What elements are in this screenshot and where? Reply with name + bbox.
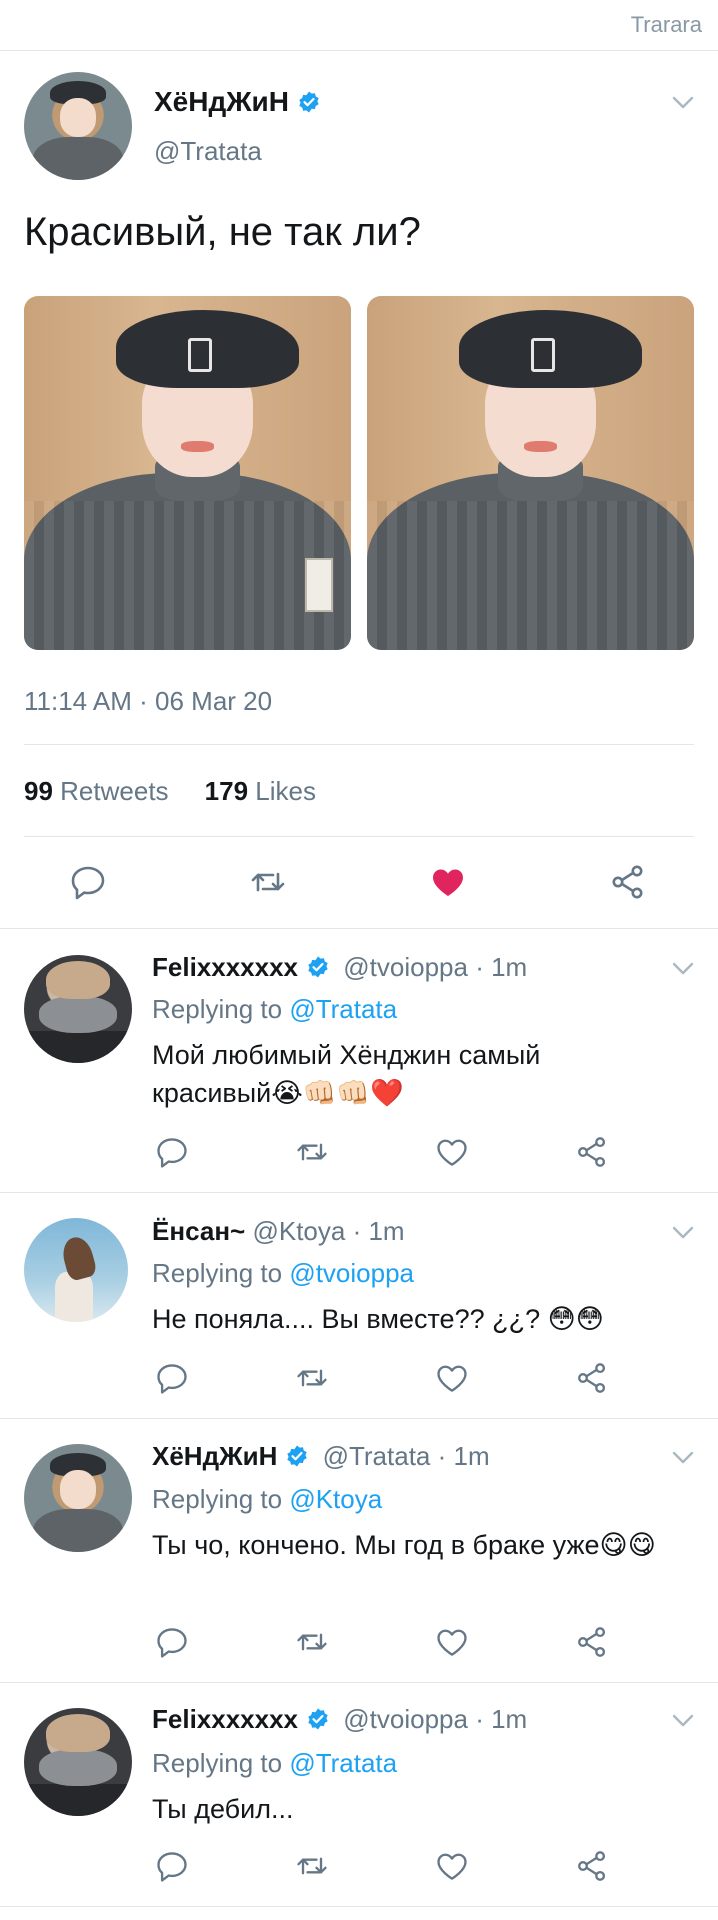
replying-to-handle[interactable]: @Tratata <box>289 994 397 1024</box>
divider <box>24 744 694 745</box>
tweet-photo-2[interactable] <box>367 296 694 650</box>
heart-icon[interactable] <box>434 1848 470 1884</box>
reply-time: · 1m <box>437 1441 490 1471</box>
retweet-icon[interactable] <box>248 862 288 902</box>
replying-to-handle[interactable]: @tvoioppa <box>289 1258 414 1288</box>
author-handle[interactable]: @tvoioppa <box>343 952 468 982</box>
author-handle[interactable]: @Tratata <box>154 136 262 167</box>
author-name-row: Ёнсан~ @Ktoya · 1m <box>152 1216 405 1247</box>
share-icon[interactable] <box>574 1360 610 1396</box>
author-handle[interactable]: @Ktoya <box>252 1216 345 1246</box>
divider <box>24 836 694 837</box>
top-bar: Trarara <box>0 0 718 51</box>
chevron-down-icon[interactable] <box>672 1714 694 1728</box>
retweet-icon[interactable] <box>294 1624 330 1660</box>
retweet-icon[interactable] <box>294 1848 330 1884</box>
share-icon[interactable] <box>574 1848 610 1884</box>
author-name[interactable]: ХёНдЖиН <box>154 86 289 117</box>
tweet-text: Красивый, не так ли? <box>24 210 421 254</box>
avatar[interactable] <box>24 1218 128 1322</box>
reply-icon[interactable] <box>154 1360 190 1396</box>
likes-stat[interactable]: 179 Likes <box>205 776 316 806</box>
retweet-icon[interactable] <box>294 1360 330 1396</box>
author-name-row: Felixxxxxxx @tvoioppa · 1m <box>152 1704 527 1735</box>
divider <box>0 1418 718 1419</box>
author-name[interactable]: Ёнсан~ <box>152 1216 245 1246</box>
heart-icon[interactable] <box>434 1624 470 1660</box>
author-name-row: ХёНдЖиН <box>154 86 321 118</box>
reply-text: Ты чо, кончено. Мы год в браке уже😋😋 <box>152 1530 656 1561</box>
emoji: 😭👊🏻👊🏻❤️ <box>271 1078 404 1109</box>
author-name-row: Felixxxxxxx @tvoioppa · 1m <box>152 952 527 983</box>
reply-time: · 1m <box>475 1704 528 1734</box>
divider <box>0 1192 718 1193</box>
tweet-stats: 99 Retweets 179 Likes <box>24 776 316 807</box>
heart-icon[interactable] <box>434 1134 470 1170</box>
replying-to: Replying to @Tratata <box>152 1748 398 1778</box>
avatar[interactable] <box>24 1444 132 1552</box>
reply-time: · 1m <box>475 952 528 982</box>
author-name-row: ХёНдЖиН @Tratata · 1m <box>152 1441 490 1472</box>
reply-icon[interactable] <box>154 1134 190 1170</box>
retweet-icon[interactable] <box>294 1134 330 1170</box>
verified-badge-icon <box>297 90 321 114</box>
emoji: 😋😋 <box>599 1530 656 1561</box>
retweets-stat[interactable]: 99 Retweets <box>24 776 169 806</box>
chevron-down-icon[interactable] <box>672 1226 694 1240</box>
reply-icon[interactable] <box>68 862 108 902</box>
replying-to-handle[interactable]: @Tratata <box>289 1748 397 1778</box>
heart-icon[interactable] <box>434 1360 470 1396</box>
author-name[interactable]: Felixxxxxxx <box>152 952 298 982</box>
reply-text: Мой любимый Хёнджин самый красивый😭👊🏻👊🏻❤… <box>152 1040 541 1109</box>
share-icon[interactable] <box>608 862 648 902</box>
tweet-photo-1[interactable] <box>24 296 351 650</box>
chevron-down-icon[interactable] <box>672 1451 694 1465</box>
divider <box>0 928 718 929</box>
heart-icon[interactable] <box>428 862 468 902</box>
replying-to: Replying to @Ktoya <box>152 1484 383 1514</box>
share-icon[interactable] <box>574 1134 610 1170</box>
author-name[interactable]: Felixxxxxxx <box>152 1704 298 1734</box>
author-handle[interactable]: @tvoioppa <box>343 1704 468 1734</box>
reply-icon[interactable] <box>154 1848 190 1884</box>
author-handle[interactable]: @Tratata <box>323 1441 431 1471</box>
reply-text: Ты дебил... <box>152 1794 294 1824</box>
reply-icon[interactable] <box>154 1624 190 1660</box>
app-title: Trarara <box>630 12 702 37</box>
share-icon[interactable] <box>574 1624 610 1660</box>
reply-text: Не поняла.... Вы вместе?? ¿¿? 😳😳 <box>152 1304 604 1335</box>
avatar[interactable] <box>24 1708 132 1816</box>
verified-badge-icon <box>306 1707 330 1731</box>
chevron-down-icon[interactable] <box>672 962 694 976</box>
tweet-timestamp: 11:14 AM · 06 Mar 20 <box>24 686 273 716</box>
avatar[interactable] <box>24 955 132 1063</box>
divider <box>0 1682 718 1683</box>
verified-badge-icon <box>306 955 330 979</box>
divider <box>0 1906 718 1907</box>
chevron-down-icon[interactable] <box>672 96 694 110</box>
verified-badge-icon <box>285 1444 309 1468</box>
replying-to: Replying to @Tratata <box>152 994 398 1024</box>
replying-to: Replying to @tvoioppa <box>152 1258 415 1288</box>
emoji: 😳😳 <box>547 1304 604 1335</box>
reply-time: · 1m <box>352 1216 405 1246</box>
author-name[interactable]: ХёНдЖиН <box>152 1441 277 1471</box>
avatar[interactable] <box>24 72 132 180</box>
replying-to-handle[interactable]: @Ktoya <box>289 1484 382 1514</box>
